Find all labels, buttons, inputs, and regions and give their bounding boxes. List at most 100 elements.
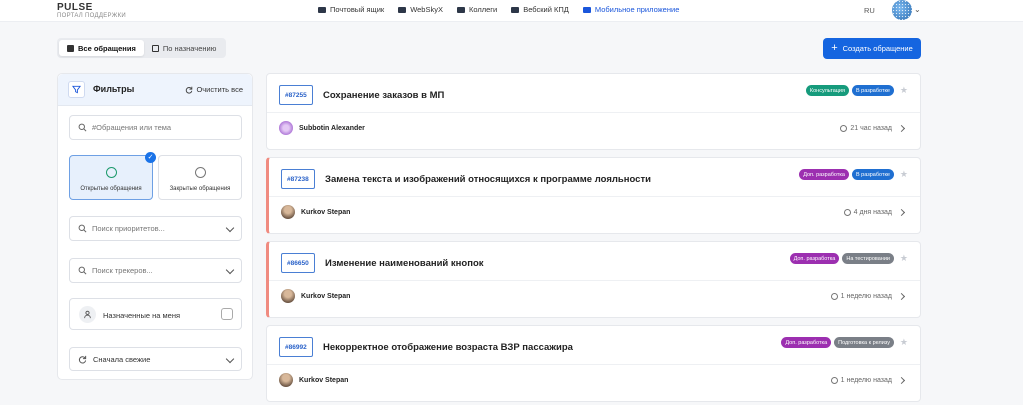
brand[interactable]: PULSE ПОРТАЛ ПОДДЕРЖКИ [57, 2, 126, 19]
chevron-right-icon[interactable] [897, 376, 906, 385]
funnel-icon [68, 81, 85, 98]
star-icon[interactable]: ★ [900, 337, 908, 348]
badge-release-prep: Подготовка к релизу [834, 337, 894, 348]
clock-icon [840, 125, 848, 132]
clear-all-label: Очистить все [196, 85, 243, 94]
ticket-id[interactable]: #87255 [279, 85, 313, 105]
nav-item-label: Коллеги [468, 5, 498, 14]
ticket-time: 1 неделю назад [830, 293, 892, 300]
tab-assigned[interactable]: По назначению [144, 40, 225, 56]
nav-item-label: Почтовый ящик [330, 5, 385, 14]
status-open-card[interactable]: ✓ Открытые обращения [69, 152, 156, 200]
avatar [281, 205, 295, 219]
top-bar: PULSE ПОРТАЛ ПОДДЕРЖКИ Почтовый ящик Web… [0, 0, 1023, 22]
ticket-time-label: 4 дня назад [853, 209, 892, 216]
ticket-card[interactable]: #87255 Сохранение заказов в МП Консульта… [266, 73, 921, 150]
ticket-id[interactable]: #86992 [279, 337, 313, 357]
badge-consultation: Консультация [805, 85, 849, 96]
ticket-id[interactable]: #87238 [281, 169, 315, 189]
folder-icon [318, 6, 326, 13]
avatar [279, 121, 293, 135]
user-avatar[interactable] [892, 0, 912, 20]
nav-item-kpd[interactable]: Вебский КПД [511, 5, 569, 14]
chevron-down-icon [225, 354, 235, 364]
ticket-badges: Доп. разработка В разработке [799, 169, 894, 180]
clear-all-button[interactable]: Очистить все [185, 85, 243, 94]
chevron-down-icon[interactable]: ⌄ [914, 5, 921, 14]
sort-select[interactable]: Сначала свежие [69, 347, 242, 371]
folder-icon [398, 6, 407, 13]
folder-icon [511, 6, 520, 13]
check-icon: ✓ [145, 152, 156, 163]
plus-icon: + [831, 42, 838, 54]
ticket-title[interactable]: Некорректное отображение возраста ВЗР па… [323, 342, 573, 353]
status-open-label: Открытые обращения [80, 186, 142, 192]
chevron-right-icon[interactable] [897, 208, 906, 217]
nav-item-mobile-app[interactable]: Мобильное приложение [582, 5, 680, 14]
ticket-card[interactable]: #86650 Изменение наименований кнопок Доп… [266, 241, 921, 318]
nav-item-label: WebSkyX [410, 5, 443, 14]
divider [269, 196, 920, 197]
nav-item-webskyx[interactable]: WebSkyX [398, 5, 443, 14]
nav-item-mailbox[interactable]: Почтовый ящик [318, 5, 384, 14]
divider [267, 112, 920, 113]
ticket-title[interactable]: Сохранение заказов в МП [323, 90, 444, 101]
clock-icon [843, 209, 851, 216]
clock-icon [830, 377, 838, 384]
create-button-label: Создать обращение [842, 44, 913, 53]
folder-icon [456, 6, 465, 13]
ticket-badges: Консультация В разработке [805, 85, 894, 96]
ticket-title[interactable]: Замена текста и изображений относящихся … [325, 174, 651, 185]
priority-select[interactable] [69, 216, 242, 241]
tracker-select[interactable] [69, 258, 242, 283]
status-closed-card[interactable]: Закрытые обращения [158, 155, 242, 200]
create-request-button[interactable]: + Создать обращение [823, 38, 921, 59]
filters-title: Фильтры [93, 84, 135, 94]
columns-icon [151, 44, 159, 52]
nav-item-label: Мобильное приложение [594, 5, 680, 14]
tracker-input[interactable] [92, 266, 222, 275]
clock-icon [106, 167, 117, 178]
sort-icon [78, 355, 87, 363]
avatar [279, 373, 293, 387]
ticket-badges: Доп. разработка На тестировании [789, 253, 894, 264]
star-icon[interactable]: ★ [900, 253, 908, 264]
tab-all-requests[interactable]: Все обращения [59, 40, 144, 56]
search-icon [78, 123, 87, 132]
chevron-down-icon [225, 223, 235, 233]
ticket-card[interactable]: #86992 Некорректное отображение возраста… [266, 325, 921, 402]
brand-name: PULSE [57, 2, 93, 13]
badge-testing: На тестировании [842, 253, 894, 264]
sort-label: Сначала свежие [93, 354, 151, 364]
assigned-to-me-toggle[interactable]: Назначенные на меня [69, 298, 242, 330]
filters-panel: Фильтры Очистить все ✓ Открытые обращени… [57, 73, 253, 380]
priority-input[interactable] [92, 224, 222, 233]
ticket-badges: Доп. разработка Подготовка к релизу [781, 337, 894, 348]
ticket-author: Subbotin Alexander [299, 125, 365, 132]
language-switch[interactable]: RU [864, 6, 875, 15]
star-icon[interactable]: ★ [900, 85, 908, 96]
ticket-time: 4 дня назад [843, 209, 892, 216]
badge-in-development: В разработке [851, 85, 894, 96]
divider [267, 364, 920, 365]
search-icon [78, 224, 87, 233]
ticket-id[interactable]: #86650 [281, 253, 315, 273]
ticket-author: Kurkov Stepan [301, 293, 351, 300]
chevron-down-icon [225, 265, 235, 275]
chevron-right-icon[interactable] [897, 124, 906, 133]
ticket-card[interactable]: #87238 Замена текста и изображений относ… [266, 157, 921, 234]
star-icon[interactable]: ★ [900, 169, 908, 180]
search-input[interactable] [92, 123, 222, 132]
assigned-to-me-checkbox[interactable] [221, 308, 233, 320]
user-icon [79, 306, 96, 323]
search-icon [78, 266, 87, 275]
tab-label: Все обращения [78, 43, 136, 53]
nav-item-colleagues[interactable]: Коллеги [456, 5, 498, 14]
ticket-author: Kurkov Stepan [299, 377, 349, 384]
badge-in-development: В разработке [851, 169, 894, 180]
ticket-time-label: 1 неделю назад [840, 293, 892, 300]
ticket-time: 21 час назад [840, 125, 892, 132]
main-nav: Почтовый ящик WebSkyX Коллеги Вебский КП… [318, 5, 679, 14]
ticket-title[interactable]: Изменение наименований кнопок [325, 258, 484, 269]
chevron-right-icon[interactable] [897, 292, 906, 301]
